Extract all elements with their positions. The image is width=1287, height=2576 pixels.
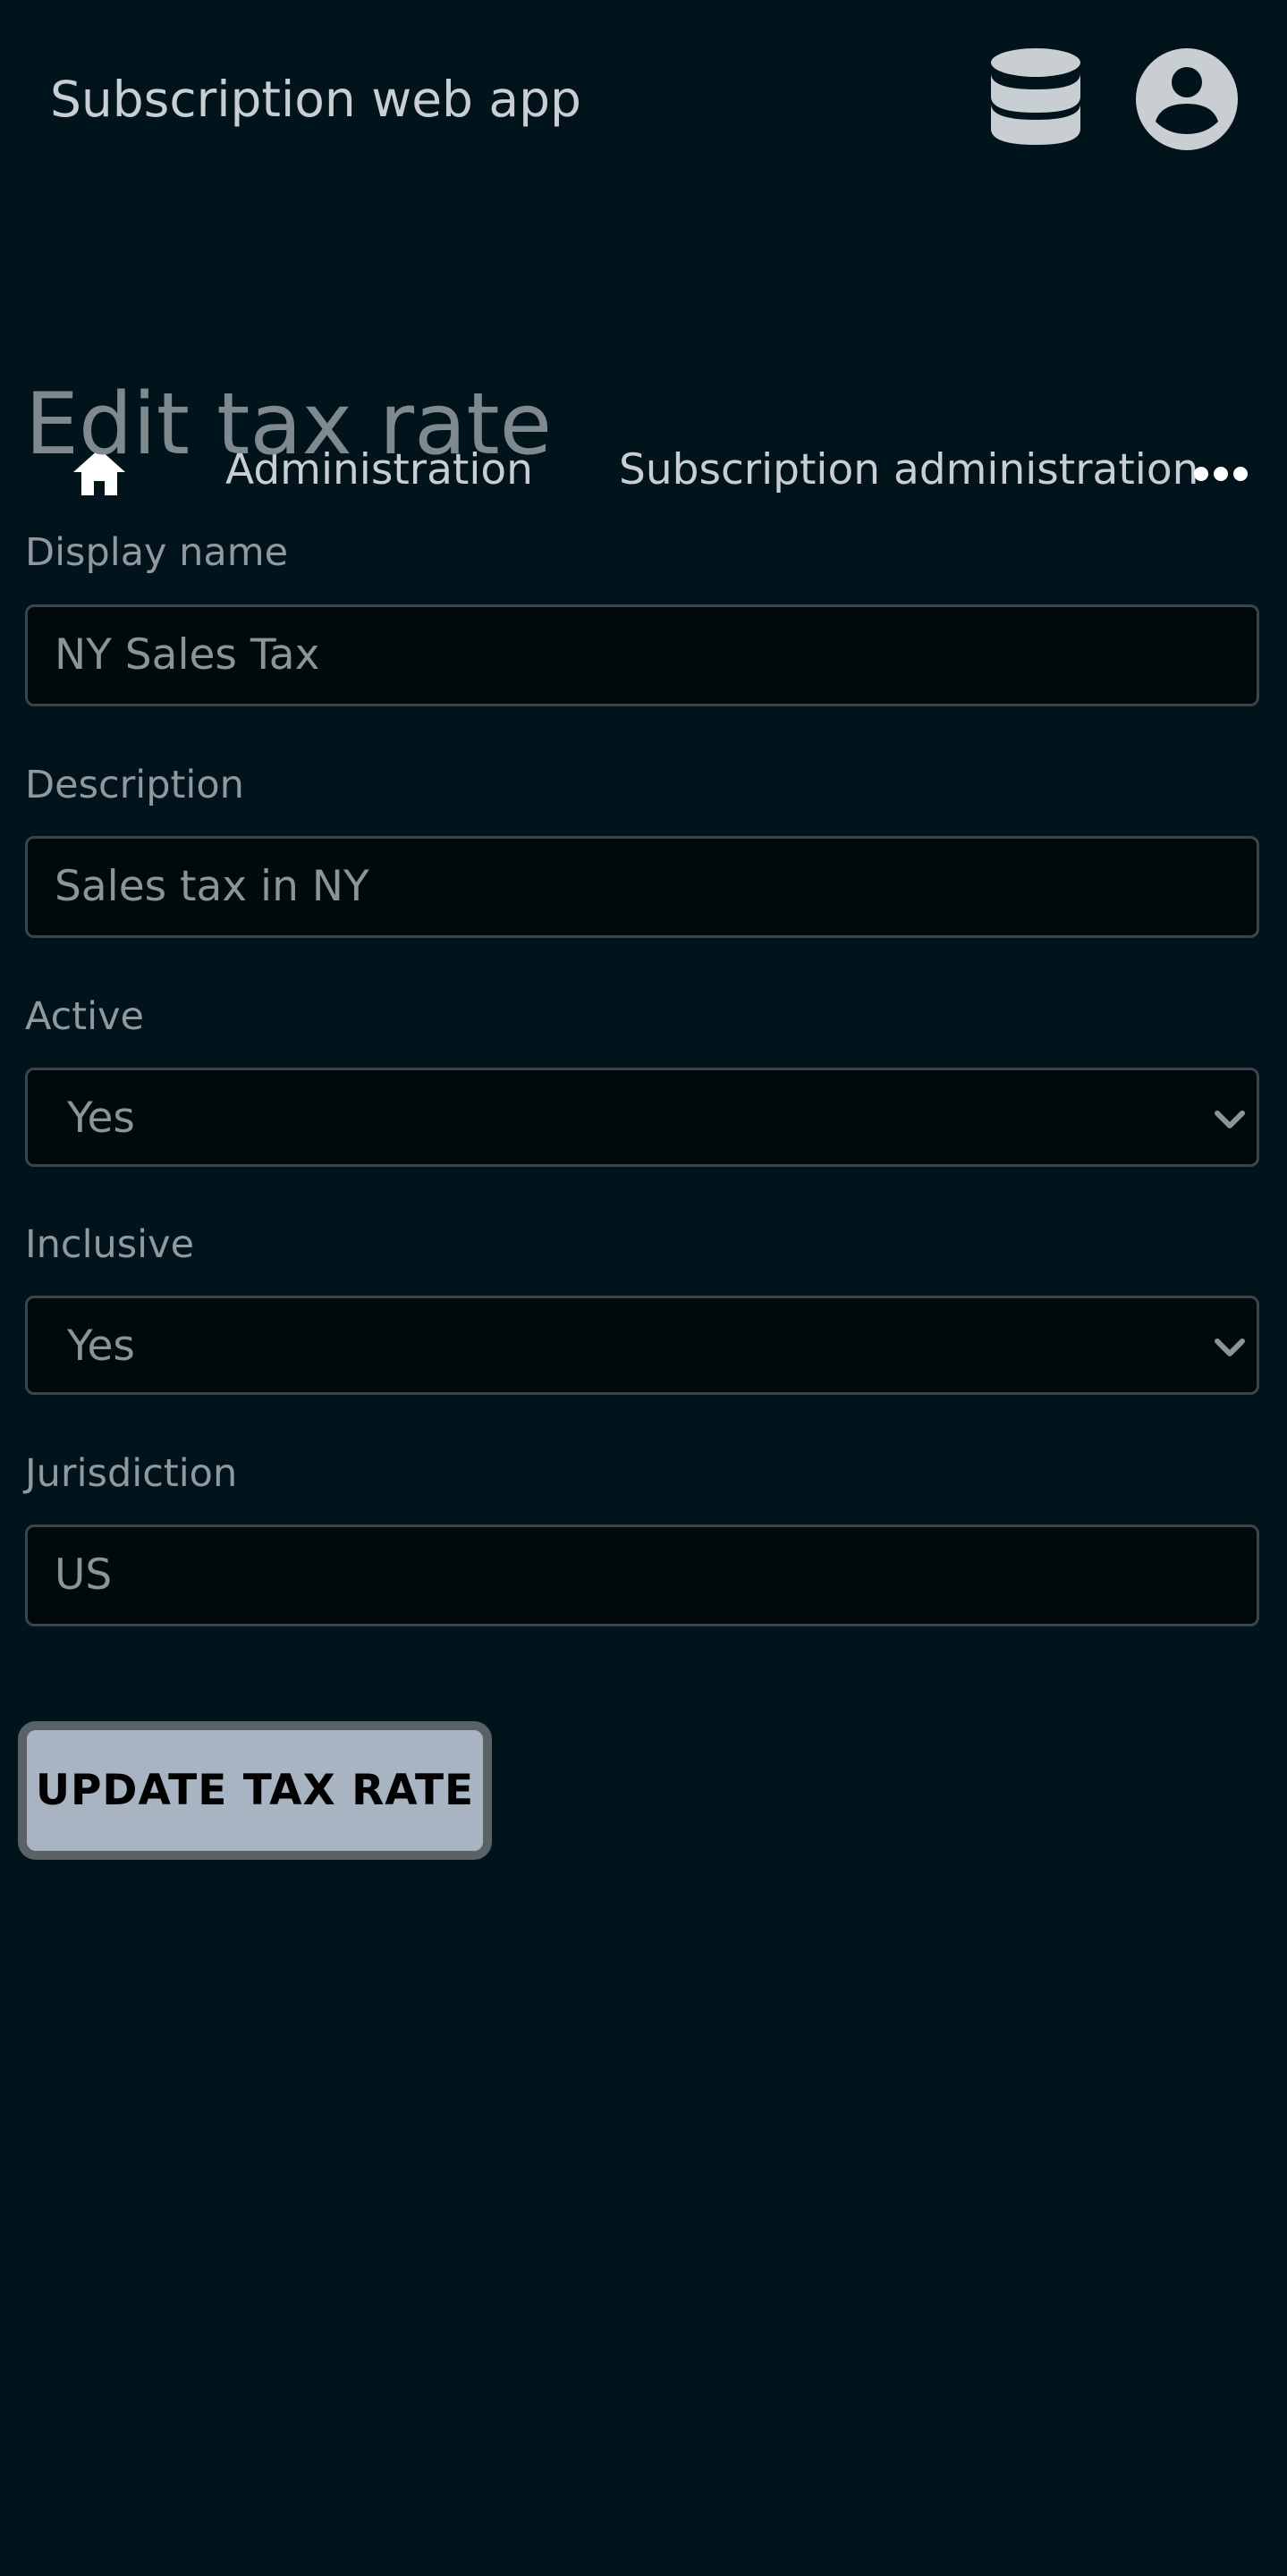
active-selected-value: Yes	[67, 1094, 135, 1143]
jurisdiction-input[interactable]: US	[25, 1524, 1259, 1626]
description-label: Description	[25, 763, 244, 807]
database-icon[interactable]	[988, 46, 1083, 152]
active-select[interactable]: Yes	[25, 1068, 1259, 1167]
breadcrumb-subscription-administration-link[interactable]: Subscription administration	[619, 443, 1198, 497]
chevron-down-icon	[1215, 1111, 1245, 1128]
app-header: Subscription web app	[0, 0, 1287, 197]
display-name-input[interactable]: NY Sales Tax	[25, 604, 1259, 706]
active-label: Active	[25, 994, 145, 1039]
page-title: Edit tax rate	[25, 376, 553, 474]
chevron-down-icon	[1215, 1339, 1245, 1356]
more-horizontal-icon[interactable]	[1193, 465, 1249, 483]
inclusive-selected-value: Yes	[67, 1322, 135, 1371]
update-tax-rate-button[interactable]: UPDATE TAX RATE	[18, 1721, 492, 1860]
display-name-value: NY Sales Tax	[55, 630, 320, 680]
app-title: Subscription web app	[50, 71, 581, 128]
description-value: Sales tax in NY	[55, 862, 369, 911]
display-name-label: Display name	[25, 530, 289, 575]
description-input[interactable]: Sales tax in NY	[25, 836, 1259, 938]
jurisdiction-label: Jurisdiction	[25, 1451, 238, 1496]
jurisdiction-value: US	[55, 1550, 113, 1600]
breadcrumb: Administration Subscription administrati…	[0, 215, 1287, 495]
account-circle-icon[interactable]	[1134, 46, 1240, 152]
inclusive-label: Inclusive	[25, 1222, 195, 1267]
inclusive-select[interactable]: Yes	[25, 1296, 1259, 1395]
